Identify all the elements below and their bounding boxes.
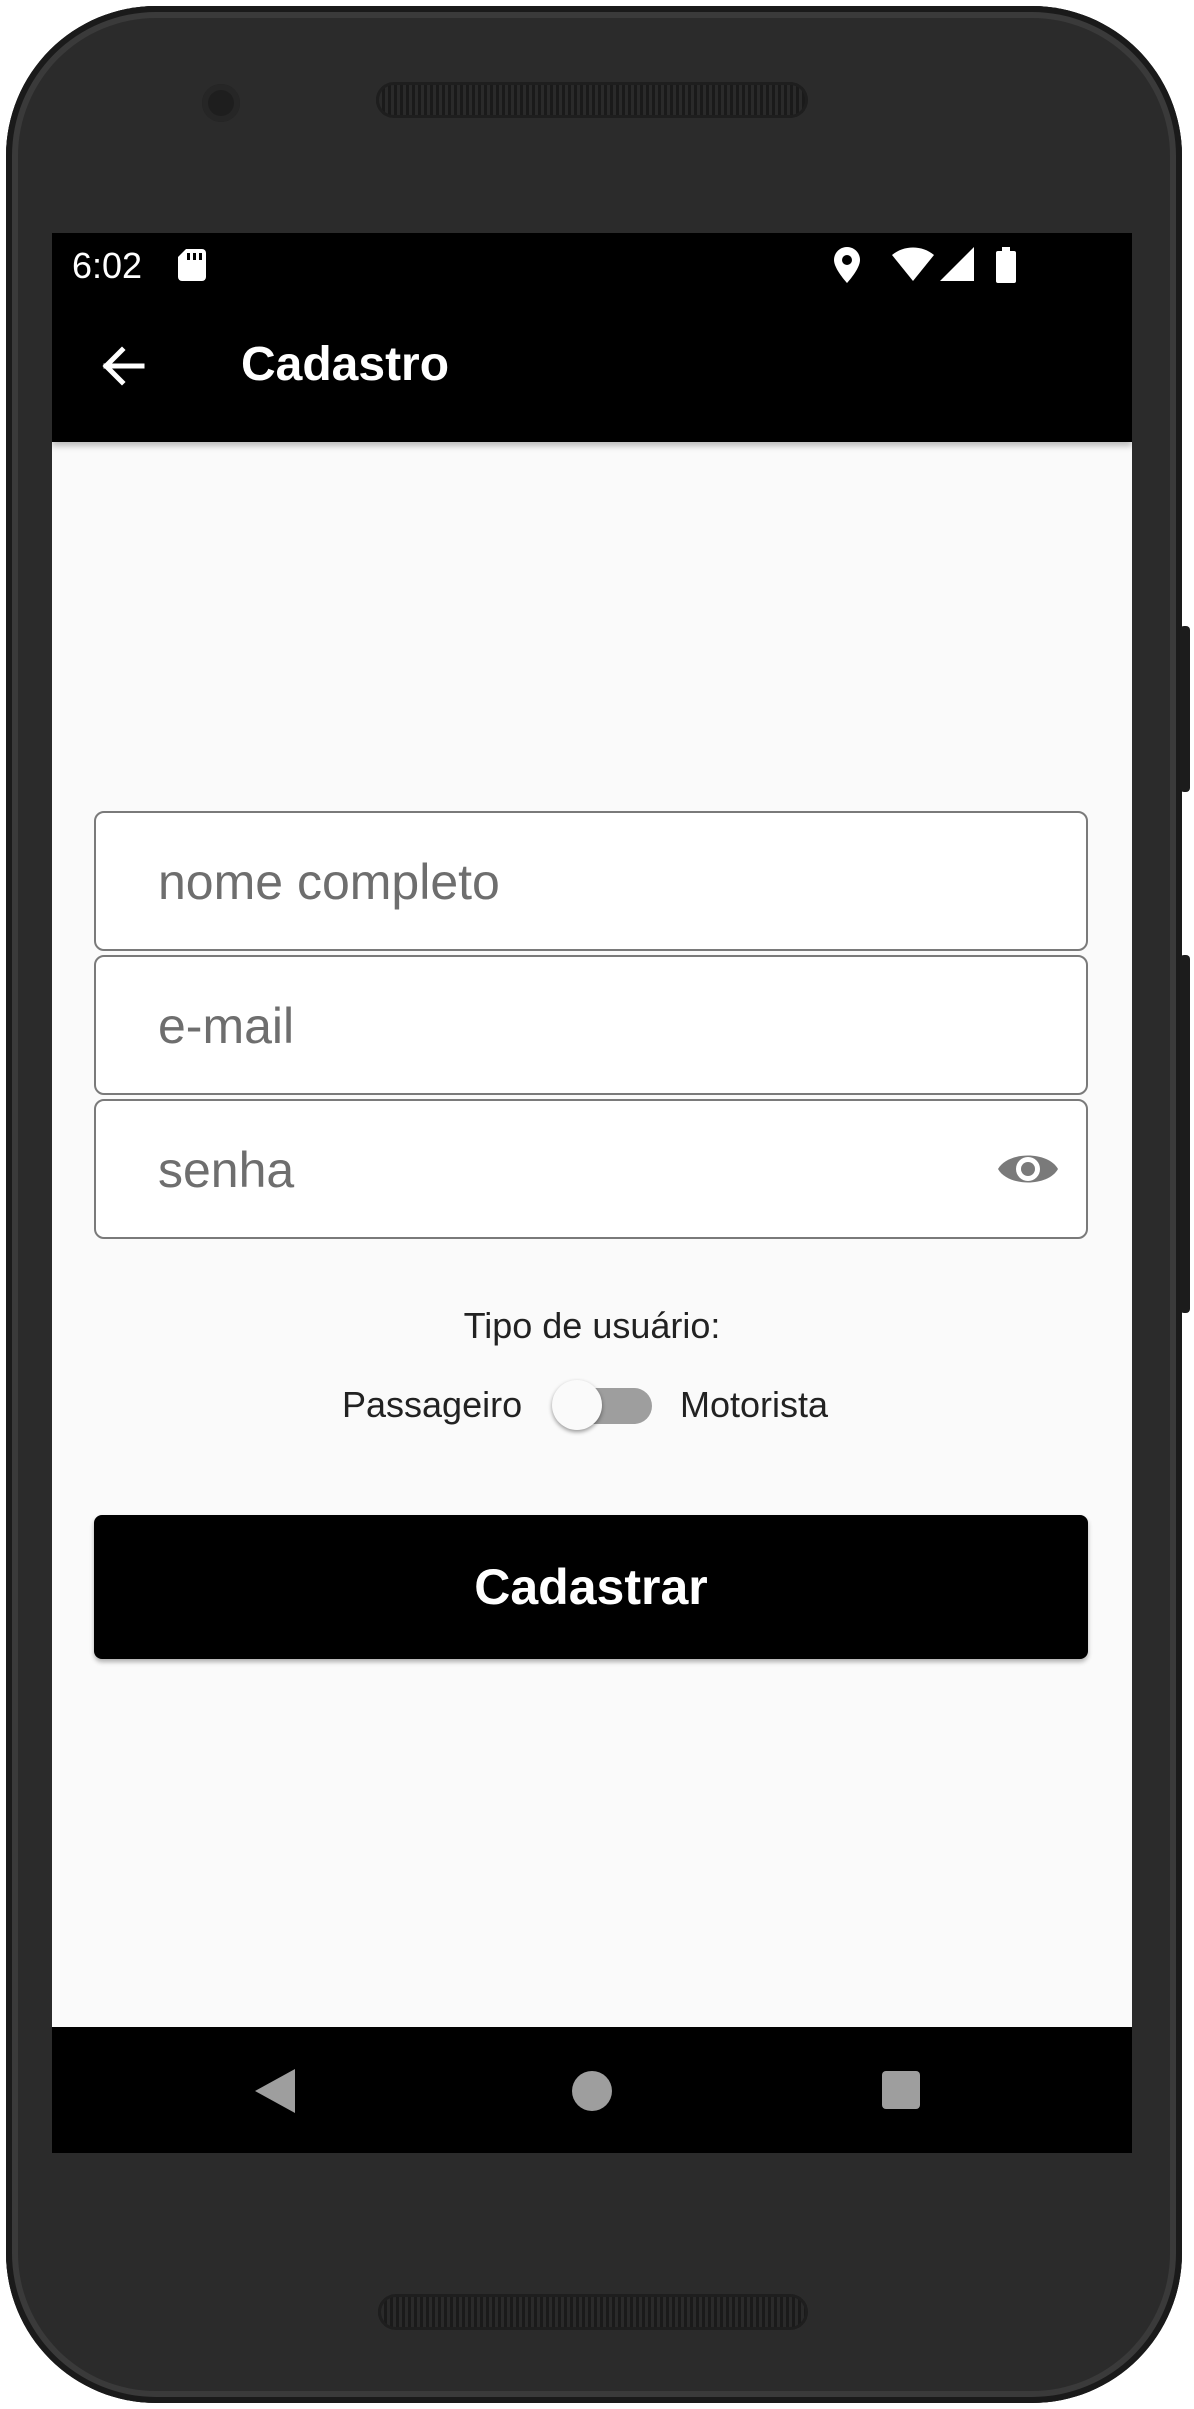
power-button xyxy=(1180,626,1190,792)
user-type-label: Tipo de usuário: xyxy=(463,1305,721,1346)
bottom-speaker xyxy=(378,2294,808,2330)
register-button[interactable]: Cadastrar xyxy=(94,1515,1088,1659)
page-title: Cadastro xyxy=(241,338,450,391)
name-field[interactable] xyxy=(94,811,1088,951)
system-nav-bar xyxy=(52,2027,1132,2153)
signal-icon xyxy=(940,247,974,281)
user-type-toggle-row: Passageiro Motorista xyxy=(52,1380,1132,1430)
location-icon xyxy=(834,247,860,283)
wifi-icon xyxy=(892,247,934,281)
eye-icon[interactable] xyxy=(998,1145,1058,1193)
switch-thumb[interactable] xyxy=(552,1380,602,1430)
earpiece-speaker xyxy=(376,82,808,118)
sd-card-icon xyxy=(178,249,206,281)
app-bar: Cadastro xyxy=(52,297,1132,442)
battery-icon xyxy=(996,247,1016,283)
user-type-switch[interactable] xyxy=(552,1380,652,1430)
arrow-back-icon[interactable] xyxy=(98,341,148,391)
status-bar: 6:02 xyxy=(52,233,1132,297)
screen: 6:02 Cadastro nome completo e-mail Tipo … xyxy=(52,233,1132,2153)
front-camera xyxy=(202,84,240,122)
password-input[interactable] xyxy=(156,1101,960,1239)
password-field[interactable] xyxy=(94,1099,1088,1239)
driver-label: Motorista xyxy=(680,1384,829,1425)
name-input[interactable] xyxy=(156,813,960,951)
nav-back-icon[interactable] xyxy=(255,2069,295,2113)
email-input[interactable] xyxy=(156,957,960,1095)
passenger-label: Passageiro xyxy=(342,1384,523,1425)
nav-recents-icon[interactable] xyxy=(882,2071,920,2109)
email-field[interactable] xyxy=(94,955,1088,1095)
status-time: 6:02 xyxy=(72,245,143,286)
volume-button xyxy=(1180,955,1190,1313)
nav-home-icon[interactable] xyxy=(572,2071,612,2111)
